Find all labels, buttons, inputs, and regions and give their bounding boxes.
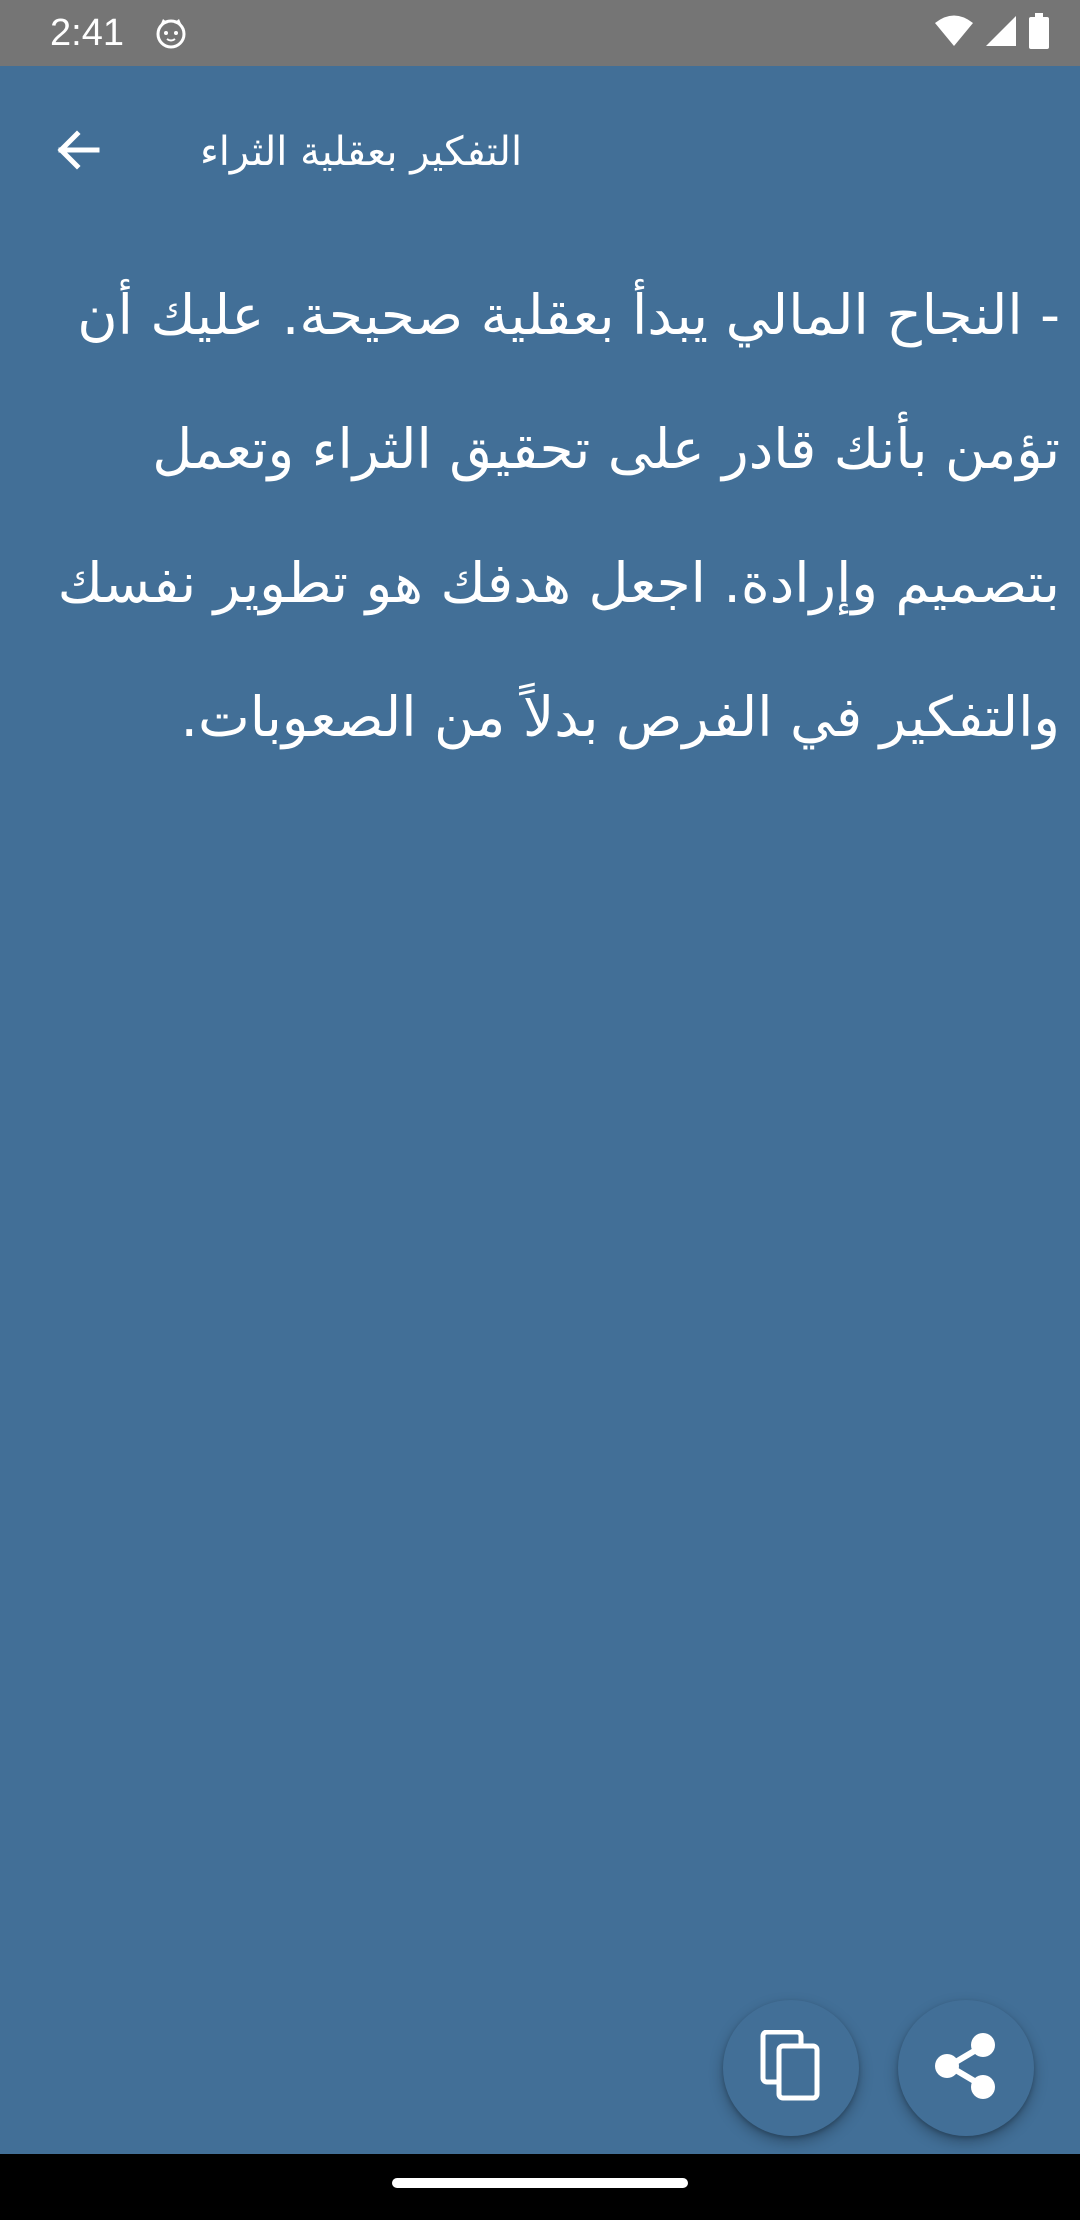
copy-button[interactable] [723, 2000, 859, 2136]
main-content: - النجاح المالي يبدأ بعقلية صحيحة. عليك … [40, 248, 1060, 784]
status-bar: 2:41 [0, 0, 1080, 66]
article-text: - النجاح المالي يبدأ بعقلية صحيحة. عليك … [57, 283, 1060, 749]
cat-icon [154, 16, 188, 50]
back-button[interactable] [38, 112, 118, 192]
status-icons [934, 13, 1050, 53]
navigation-bar [0, 2154, 1080, 2220]
home-gesture-handle[interactable] [392, 2178, 688, 2188]
page-title: التفكير بعقلية الثراء [200, 129, 523, 175]
wifi-icon [934, 14, 974, 52]
app-bar: التفكير بعقلية الثراء [0, 66, 1080, 216]
signal-icon [984, 14, 1018, 52]
share-button[interactable] [898, 2000, 1034, 2136]
screen: 2:41 التفكير بعقلية الثراء - النجاح الما… [0, 0, 1080, 2220]
copy-icon [759, 2029, 823, 2106]
status-time: 2:41 [50, 12, 124, 54]
arrow-back-icon [53, 125, 103, 179]
share-icon [931, 2031, 1001, 2105]
battery-icon [1028, 13, 1050, 53]
